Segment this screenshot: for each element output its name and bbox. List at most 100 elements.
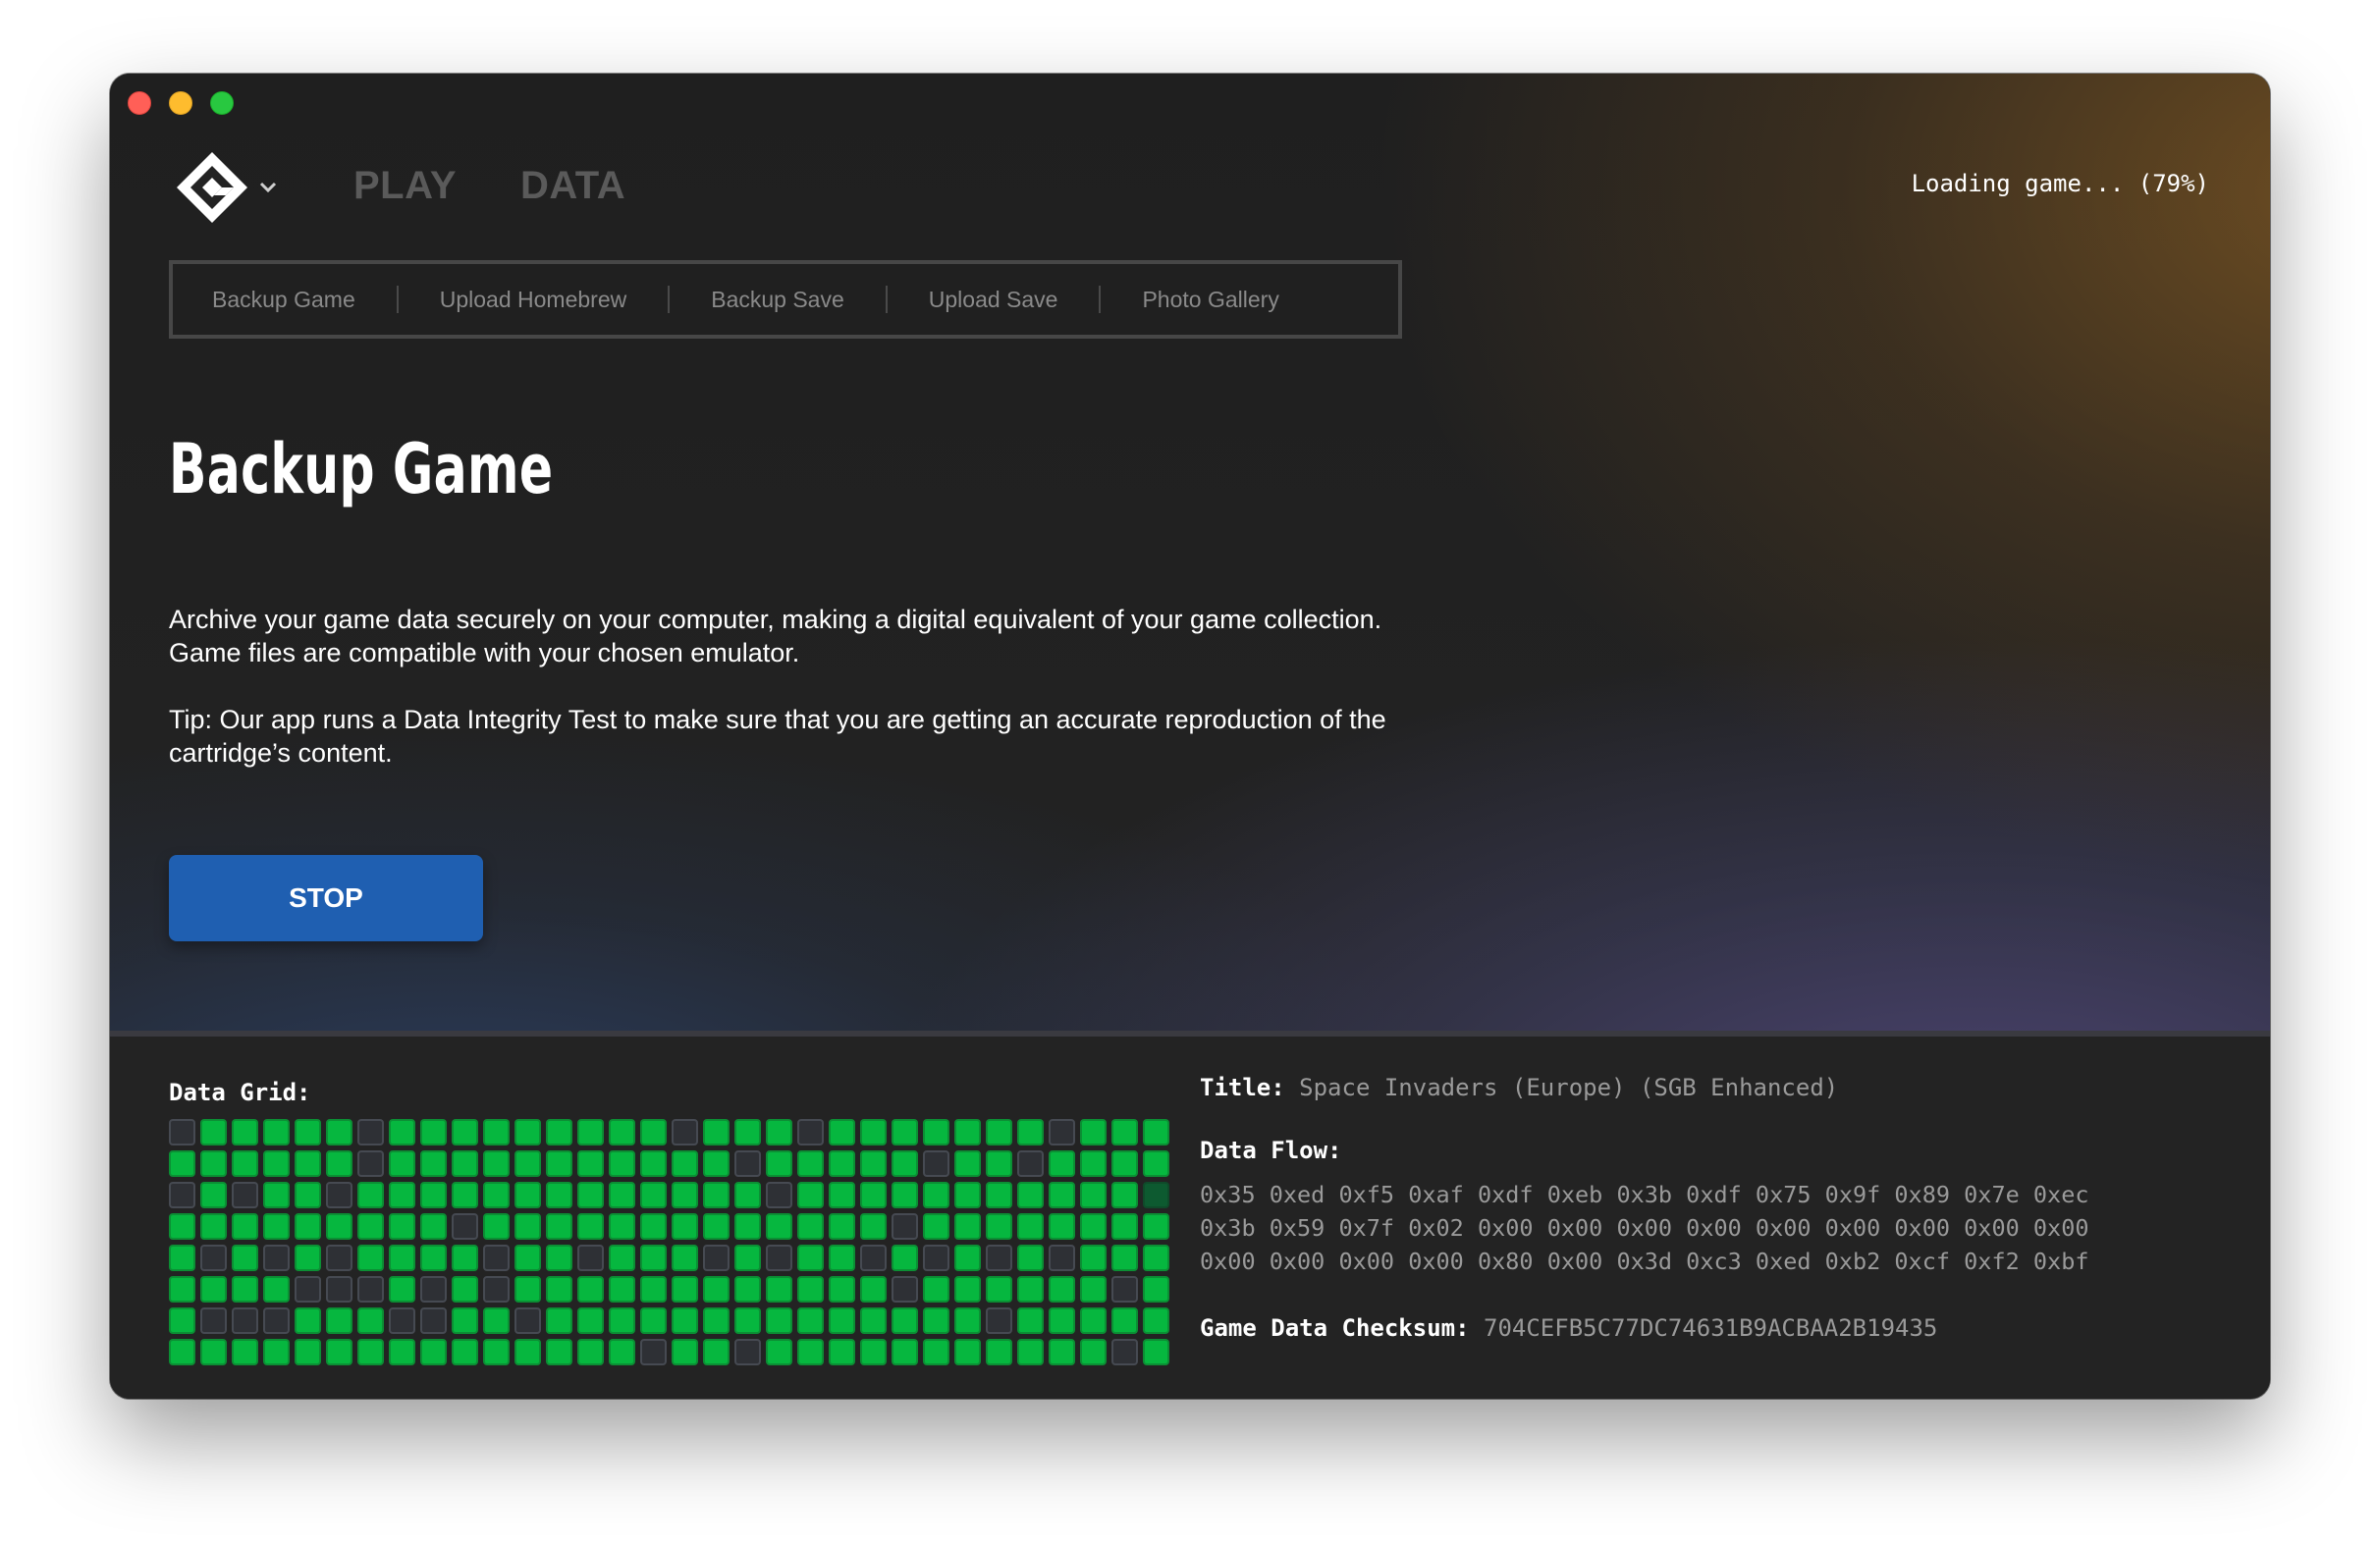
data-grid-cell (860, 1182, 887, 1208)
data-grid-cell (577, 1119, 604, 1145)
data-grid-cell (734, 1276, 761, 1303)
chevron-down-icon (259, 182, 277, 193)
data-grid-cell (452, 1245, 478, 1271)
data-grid-cell (1143, 1213, 1169, 1240)
data-grid-cell (420, 1339, 447, 1365)
data-grid-cell (1049, 1307, 1075, 1334)
data-grid-cell (892, 1150, 918, 1177)
app-menu-button[interactable] (175, 150, 279, 225)
data-grid-cell (483, 1150, 510, 1177)
data-grid-cell (514, 1119, 541, 1145)
data-grid-cell (169, 1182, 195, 1208)
title-key: Title: (1200, 1074, 1285, 1101)
data-grid-cell (1017, 1213, 1044, 1240)
data-grid-cell (609, 1182, 635, 1208)
data-grid-cell (797, 1339, 824, 1365)
data-grid-cell (452, 1119, 478, 1145)
data-grid-cell (923, 1213, 949, 1240)
data-grid-cell (860, 1339, 887, 1365)
data-grid-cell (1080, 1245, 1107, 1271)
data-grid-cell (546, 1276, 572, 1303)
data-grid-cell (357, 1119, 384, 1145)
data-grid-cell (420, 1245, 447, 1271)
data-grid-cell (986, 1276, 1012, 1303)
close-window-button[interactable] (128, 91, 151, 115)
data-grid-cell (829, 1307, 855, 1334)
data-grid-cell (1017, 1150, 1044, 1177)
data-grid-cell (1017, 1119, 1044, 1145)
data-grid-cell (357, 1213, 384, 1240)
data-grid-cell (483, 1119, 510, 1145)
data-grid-cell (609, 1213, 635, 1240)
data-grid-cell (609, 1119, 635, 1145)
data-grid-cell (860, 1276, 887, 1303)
data-grid-cell (1017, 1276, 1044, 1303)
data-grid-cell (986, 1119, 1012, 1145)
data-grid-cell (1017, 1339, 1044, 1365)
data-grid-cell (703, 1119, 730, 1145)
checksum-key: Game Data Checksum: (1200, 1314, 1470, 1342)
data-grid-cell (263, 1276, 290, 1303)
data-grid-cell (1111, 1213, 1138, 1240)
window-controls (128, 91, 234, 115)
data-grid-cell (389, 1276, 415, 1303)
data-grid-cell (357, 1276, 384, 1303)
data-grid-cell (609, 1307, 635, 1334)
subnav-upload-save[interactable]: Upload Save (929, 287, 1058, 313)
data-grid-cell (797, 1276, 824, 1303)
data-grid-cell (452, 1339, 478, 1365)
data-grid-cell (672, 1119, 698, 1145)
stop-button[interactable]: STOP (169, 855, 483, 941)
data-grid-cell (923, 1307, 949, 1334)
data-grid-cell (420, 1307, 447, 1334)
data-grid-cell (986, 1245, 1012, 1271)
data-grid-cell (389, 1245, 415, 1271)
data-grid-cell (1080, 1150, 1107, 1177)
data-grid-cell (326, 1213, 352, 1240)
subnav-photo-gallery[interactable]: Photo Gallery (1142, 287, 1278, 313)
subnav-backup-game[interactable]: Backup Game (212, 287, 355, 313)
checksum-value: 704CEFB5C77DC74631B9ACBAA2B19435 (1484, 1314, 1938, 1342)
data-grid-cell (986, 1182, 1012, 1208)
data-grid-cell (263, 1339, 290, 1365)
subnav-backup-save[interactable]: Backup Save (711, 287, 844, 313)
data-grid-cell (892, 1276, 918, 1303)
data-grid-cell (295, 1245, 321, 1271)
data-grid-cell (766, 1119, 792, 1145)
data-grid-cell (766, 1307, 792, 1334)
data-grid-cell (577, 1276, 604, 1303)
data-grid-cell (546, 1182, 572, 1208)
data-grid-cell (829, 1276, 855, 1303)
data-grid-cell (954, 1245, 981, 1271)
data-flow-line: 0x3b 0x59 0x7f 0x02 0x00 0x00 0x00 0x00 … (1200, 1214, 2089, 1242)
data-grid-cell (923, 1150, 949, 1177)
data-grid-cell (609, 1245, 635, 1271)
data-grid-cell (1049, 1150, 1075, 1177)
data-grid-cell (954, 1339, 981, 1365)
data-grid-cell (1111, 1182, 1138, 1208)
data-flow-line: 0x35 0xed 0xf5 0xaf 0xdf 0xeb 0x3b 0xdf … (1200, 1181, 2089, 1208)
subnav-upload-homebrew[interactable]: Upload Homebrew (440, 287, 626, 313)
data-grid-cell (640, 1150, 667, 1177)
minimize-window-button[interactable] (169, 91, 192, 115)
data-grid-cell (452, 1307, 478, 1334)
data-grid-cell (169, 1119, 195, 1145)
data-grid-cell (169, 1307, 195, 1334)
data-grid-cell (640, 1307, 667, 1334)
nav-play[interactable]: PLAY (353, 164, 457, 208)
data-grid-cell (200, 1339, 227, 1365)
hero-area: PLAY DATA Loading game... (79%) Backup G… (110, 74, 2270, 1031)
data-grid-cell (734, 1213, 761, 1240)
data-grid-cell (232, 1245, 258, 1271)
data-grid-cell (797, 1119, 824, 1145)
data-grid-cell (169, 1276, 195, 1303)
nav-data[interactable]: DATA (520, 164, 625, 208)
title-value: Space Invaders (Europe) (SGB Enhanced) (1299, 1074, 1839, 1101)
data-grid-cell (860, 1245, 887, 1271)
data-grid-cell (703, 1276, 730, 1303)
zoom-window-button[interactable] (210, 91, 234, 115)
data-grid-cell (609, 1276, 635, 1303)
data-grid-cell (263, 1307, 290, 1334)
data-grid-cell (546, 1245, 572, 1271)
data-grid-cell (766, 1182, 792, 1208)
